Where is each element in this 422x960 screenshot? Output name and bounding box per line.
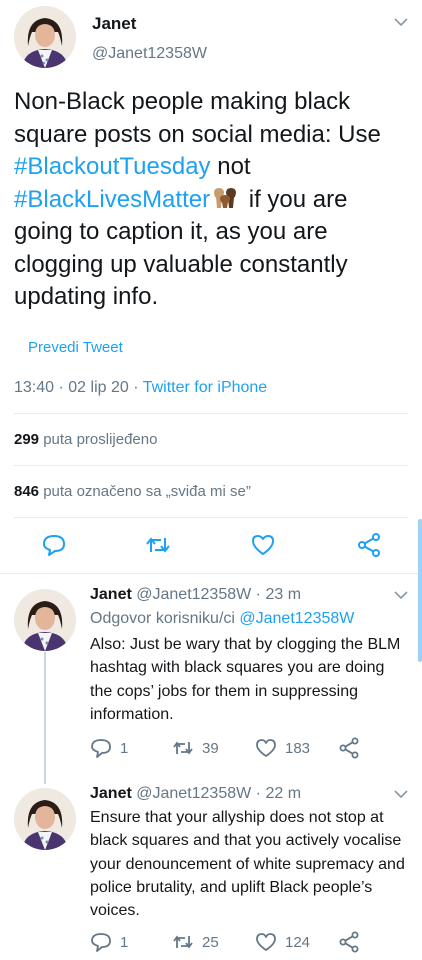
like-icon — [256, 933, 276, 951]
tweet-text-part: not — [210, 153, 251, 180]
share-button[interactable] — [338, 931, 360, 953]
like-icon — [256, 739, 276, 757]
translate-tweet-link[interactable]: Prevedi Tweet — [28, 339, 123, 356]
avatar[interactable] — [14, 788, 76, 850]
reply-button[interactable]: 1 — [90, 931, 128, 953]
retweet-count: 299 — [14, 431, 40, 448]
retweet-stat[interactable]: 299 puta proslijeđeno — [14, 431, 157, 448]
share-icon — [339, 931, 359, 953]
user-handle[interactable]: @Janet12358W — [136, 586, 251, 603]
scrollbar[interactable] — [418, 519, 422, 662]
raised-fists-emoji — [212, 187, 238, 209]
tweet-date: 02 lip 20 — [68, 379, 129, 396]
like-icon[interactable] — [250, 532, 276, 558]
divider — [14, 413, 408, 414]
user-handle[interactable]: @Janet12358W — [136, 785, 251, 802]
avatar[interactable] — [14, 6, 76, 68]
reply-text: Also: Just be wary that by clogging the … — [90, 636, 401, 723]
thread-line — [44, 652, 46, 784]
reply-count: 1 — [120, 933, 129, 951]
retweet-icon — [173, 741, 193, 755]
reply-action-bar: 1 39 183 — [90, 737, 390, 759]
like-button[interactable]: 183 — [255, 737, 310, 759]
display-name[interactable]: Janet — [90, 785, 132, 802]
reply-icon — [91, 739, 111, 758]
chevron-down-icon[interactable] — [394, 18, 408, 27]
retweet-icon[interactable] — [145, 532, 171, 558]
reply-header: Janet @Janet12358W · 23 m — [90, 586, 302, 603]
like-count: 846 — [14, 483, 40, 500]
retweet-count: 39 — [202, 739, 219, 757]
like-count: 183 — [285, 739, 311, 757]
like-stat[interactable]: 846 puta označeno sa „sviđa mi se” — [14, 483, 251, 500]
tweet-source-link[interactable]: Twitter for iPhone — [143, 379, 268, 396]
hashtag-blacklivesmatter[interactable]: #BlackLivesMatter — [14, 186, 210, 213]
tweet-action-bar — [0, 532, 422, 558]
display-name[interactable]: Janet — [90, 586, 132, 603]
reply-age: 23 m — [265, 586, 302, 603]
reply-age: 22 m — [265, 785, 302, 802]
share-button[interactable] — [338, 737, 360, 759]
like-button[interactable]: 124 — [255, 931, 310, 953]
tweet-meta: 13:40 · 02 lip 20 · Twitter for iPhone — [14, 379, 268, 396]
reply-text: Ensure that your allyship does not stop … — [90, 809, 405, 920]
retweet-count: 25 — [202, 933, 219, 951]
reply-header: Janet @Janet12358W · 22 m — [90, 785, 302, 802]
retweet-label: puta proslijeđeno — [43, 431, 158, 448]
reply-button[interactable]: 1 — [90, 737, 128, 759]
share-icon[interactable] — [356, 532, 382, 558]
display-name[interactable]: Janet — [92, 14, 136, 34]
tweet-text: Non-Black people making black square pos… — [14, 86, 409, 314]
divider — [0, 573, 422, 574]
reply-icon — [91, 933, 111, 952]
chevron-down-icon[interactable] — [394, 591, 408, 600]
retweet-icon — [173, 935, 193, 949]
reply-action-bar: 1 25 124 — [90, 931, 390, 953]
chevron-down-icon[interactable] — [394, 790, 408, 799]
retweet-button[interactable]: 25 — [172, 931, 219, 953]
replying-to-label: Odgovor korisniku/ci — [90, 610, 240, 627]
tweet-text-part: Non-Black people making black square pos… — [14, 88, 381, 148]
share-icon — [339, 737, 359, 759]
reply-icon[interactable] — [41, 532, 67, 558]
retweet-button[interactable]: 39 — [172, 737, 219, 759]
like-count: 124 — [285, 933, 311, 951]
user-handle[interactable]: @Janet12358W — [92, 45, 207, 63]
reply-count: 1 — [120, 739, 129, 757]
replying-to: Odgovor korisniku/ci @Janet12358W — [90, 610, 354, 628]
tweet-time: 13:40 — [14, 379, 55, 396]
divider — [14, 465, 408, 466]
avatar[interactable] — [14, 589, 76, 651]
like-label: puta označeno sa „sviđa mi se” — [43, 483, 251, 500]
replying-to-handle[interactable]: @Janet12358W — [239, 610, 354, 627]
divider — [14, 517, 408, 518]
hashtag-blackouttuesday[interactable]: #BlackoutTuesday — [14, 153, 211, 180]
